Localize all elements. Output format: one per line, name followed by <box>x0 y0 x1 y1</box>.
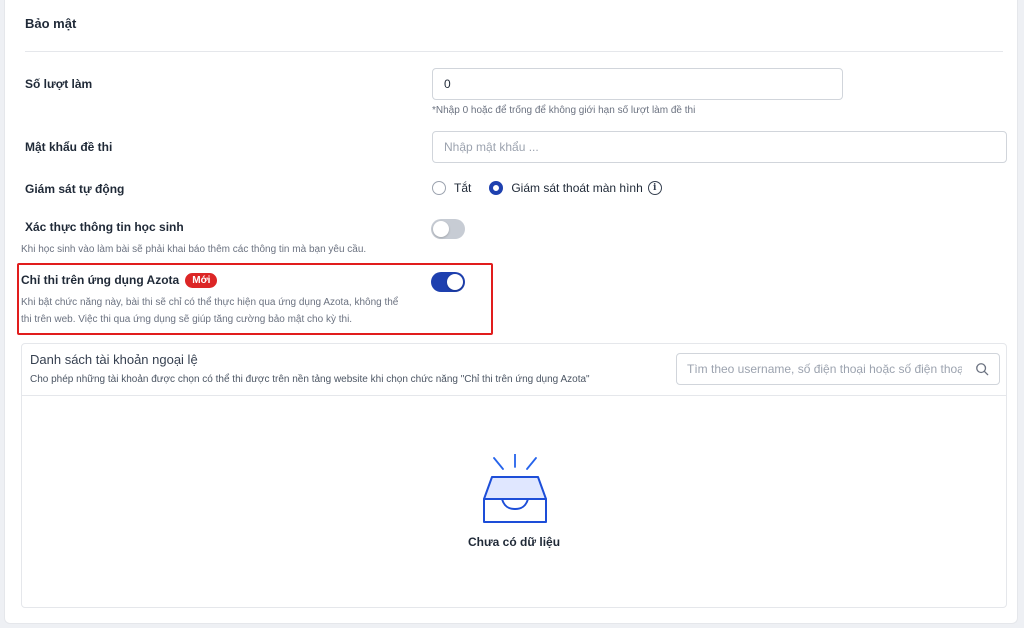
monitoring-label: Giám sát tự động <box>25 182 125 196</box>
radio-off-circle <box>432 181 446 195</box>
student-verification-label: Xác thực thông tin học sinh <box>25 220 184 234</box>
azota-only-toggle[interactable] <box>431 272 465 292</box>
exceptions-description: Cho phép những tài khoản được chọn có th… <box>30 374 590 385</box>
password-label: Mật khẩu đề thi <box>25 140 113 154</box>
exceptions-search <box>676 353 1000 385</box>
search-input[interactable] <box>687 354 962 384</box>
student-verification-description: Khi học sinh vào làm bài sẽ phải khai bá… <box>21 244 367 255</box>
radio-screen-exit-circle <box>489 181 504 195</box>
azota-only-description: Khi bật chức năng này, bài thi sẽ chỉ có… <box>21 294 398 328</box>
exceptions-panel: Danh sách tài khoản ngoại lệ Cho phép nh… <box>21 343 1007 608</box>
password-input[interactable] <box>432 131 1007 163</box>
radio-off[interactable]: Tắt <box>432 181 471 195</box>
exceptions-header: Danh sách tài khoản ngoại lệ Cho phép nh… <box>22 344 1006 396</box>
monitoring-radio-group: Tắt Giám sát thoát màn hình i <box>432 181 662 195</box>
toggle-knob <box>447 274 463 290</box>
student-verification-toggle[interactable] <box>431 219 465 239</box>
search-icon[interactable] <box>975 362 989 376</box>
azota-only-description-line2: thi trên web. Việc thi qua ứng dụng sẽ g… <box>21 314 353 325</box>
empty-state-text: Chưa có dữ liệu <box>467 535 561 549</box>
radio-off-label: Tắt <box>454 181 472 195</box>
attempts-label: Số lượt làm <box>25 77 93 91</box>
empty-inbox-icon <box>483 454 547 523</box>
toggle-knob <box>433 221 449 237</box>
exceptions-title: Danh sách tài khoản ngoại lệ <box>30 352 198 367</box>
radio-screen-exit-label: Giám sát thoát màn hình <box>511 181 643 195</box>
info-icon[interactable]: i <box>647 181 662 195</box>
radio-screen-exit[interactable]: Giám sát thoát màn hình <box>489 181 643 195</box>
azota-only-label: Chỉ thi trên ứng dụng Azota <box>21 273 180 287</box>
attempts-hint: *Nhập 0 hoặc để trống để không giới hạn … <box>432 105 696 116</box>
attempts-input[interactable] <box>432 68 843 100</box>
azota-only-label-row: Chỉ thi trên ứng dụng Azota Mới <box>21 273 218 288</box>
azota-only-description-line1: Khi bật chức năng này, bài thi sẽ chỉ có… <box>21 297 399 308</box>
divider <box>25 51 1003 52</box>
new-badge: Mới <box>185 273 218 288</box>
security-card: Bảo mật Số lượt làm *Nhập 0 hoặc để trốn… <box>4 0 1018 624</box>
section-title: Bảo mật <box>25 16 77 31</box>
